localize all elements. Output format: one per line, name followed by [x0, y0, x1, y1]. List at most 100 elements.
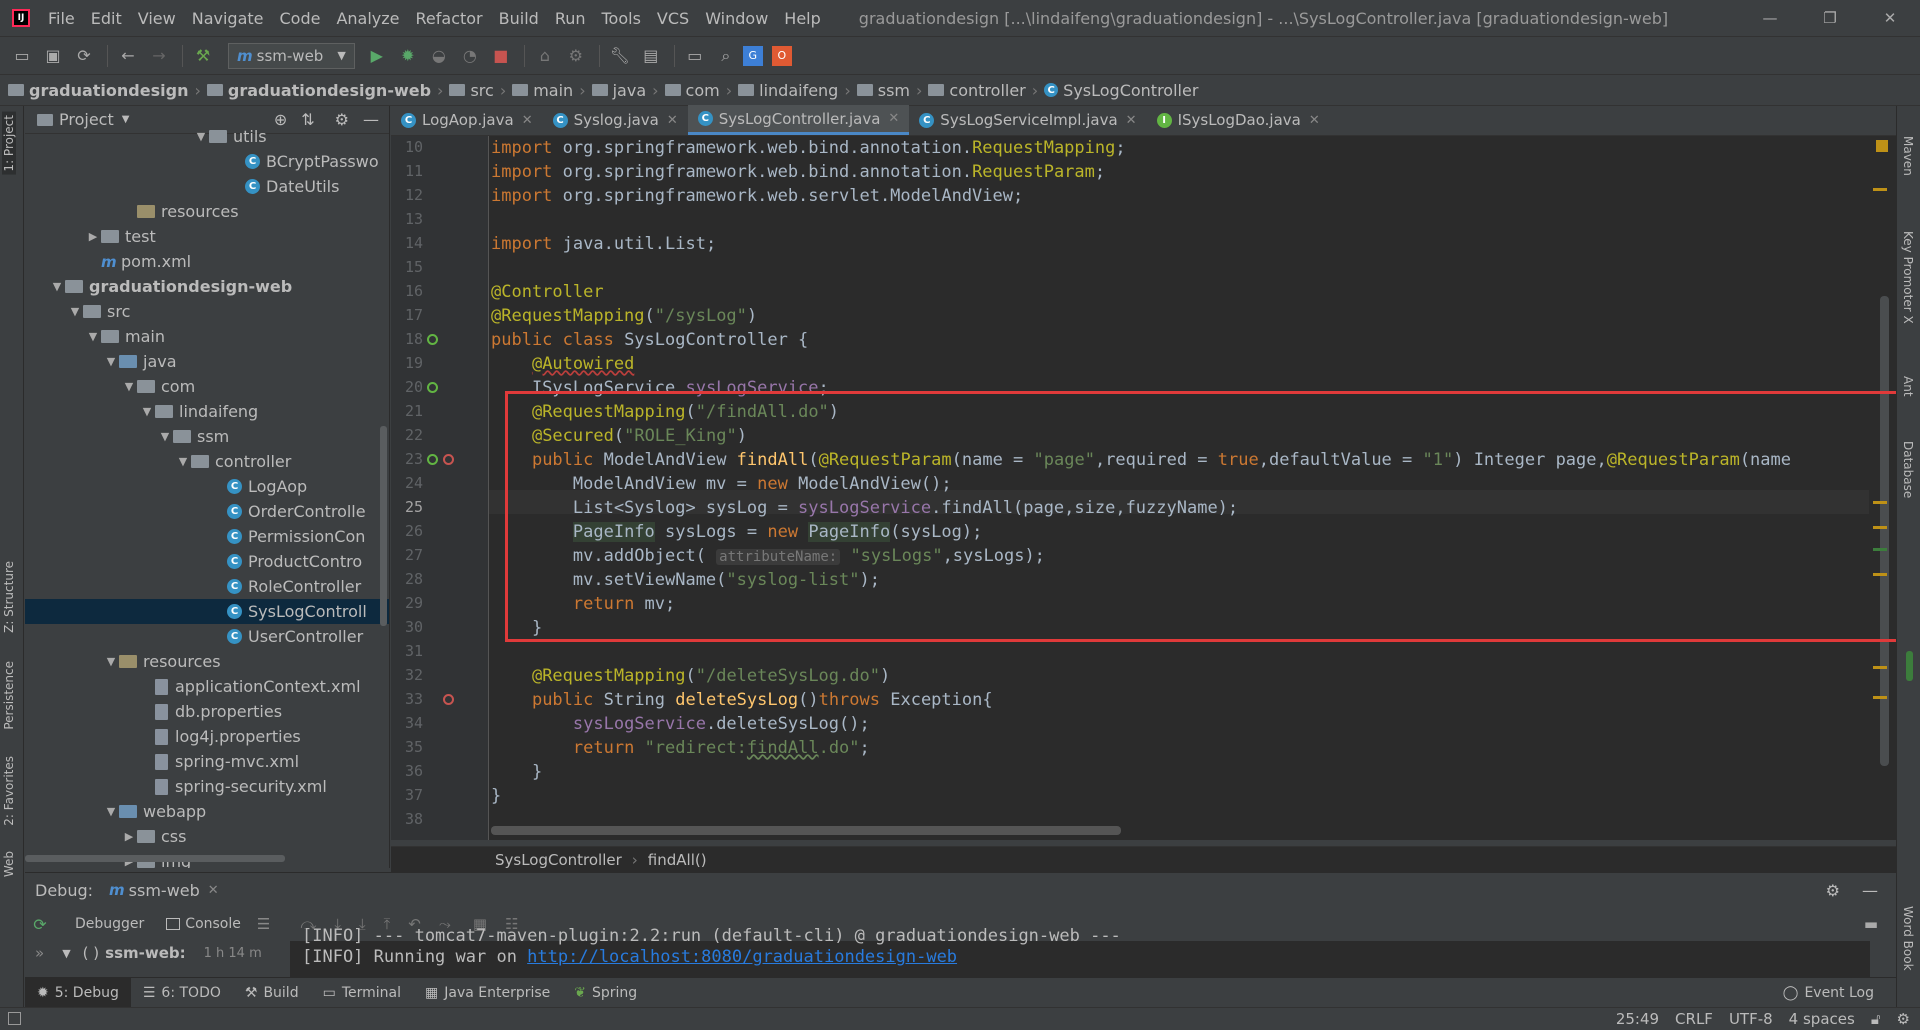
debug-session-tab[interactable]: ssm-web	[129, 881, 200, 900]
search-icon[interactable]: ⌕	[712, 42, 740, 70]
close-tab-icon[interactable]: ✕	[888, 111, 899, 126]
line-number[interactable]: 29	[391, 594, 423, 612]
tool-window-favorites[interactable]: 2: Favorites	[2, 756, 16, 826]
expanded-arrow-icon[interactable]: ▼	[121, 380, 137, 393]
line-number[interactable]: 34	[391, 714, 423, 732]
tree-item[interactable]: resources	[25, 199, 389, 224]
tool-window-ant[interactable]: Ant	[1901, 376, 1915, 397]
collapsed-arrow-icon[interactable]: ▶	[121, 830, 137, 843]
tree-item[interactable]: m pom.xml	[25, 249, 389, 274]
hide-panel-icon[interactable]: —	[1862, 881, 1878, 900]
line-number[interactable]: 11	[391, 162, 423, 180]
tree-item[interactable]: ▼ java	[25, 349, 389, 374]
tree-item[interactable]: db.properties	[25, 699, 389, 724]
line-number[interactable]: 35	[391, 738, 423, 756]
rerun-icon[interactable]: ⟳	[25, 915, 55, 934]
tree-item[interactable]: ▼ lindaifeng	[25, 399, 389, 424]
spring-bean-icon[interactable]	[427, 334, 438, 345]
tool-window-persistence[interactable]: Persistence	[2, 661, 16, 730]
tool-window-database[interactable]: Database	[1901, 441, 1915, 498]
tree-item[interactable]: C PermissionCon	[25, 524, 389, 549]
close-tab-icon[interactable]: ✕	[1309, 113, 1320, 128]
editor-tab[interactable]: C SysLogController.java ✕	[687, 105, 910, 135]
expanded-arrow-icon[interactable]: ▼	[67, 305, 83, 318]
tree-item[interactable]: C BCryptPasswo	[25, 149, 389, 174]
mapping-icon[interactable]	[443, 694, 454, 705]
tree-item[interactable]: ▼ graduationdesign-web	[25, 274, 389, 299]
profile-icon[interactable]: ◔	[456, 42, 484, 70]
expanded-arrow-icon[interactable]: ▼	[175, 455, 191, 468]
nav-crumb[interactable]: main	[512, 81, 573, 100]
tree-item[interactable]: ▼ controller	[25, 449, 389, 474]
menu-file[interactable]: File	[40, 9, 83, 28]
tool-window-web[interactable]: Web	[2, 851, 16, 877]
line-number[interactable]: 38	[391, 810, 423, 828]
stop-icon[interactable]: ■	[487, 42, 515, 70]
debugger-tab[interactable]: Debugger	[75, 916, 144, 932]
project-structure-icon[interactable]: ▤	[637, 42, 665, 70]
line-number[interactable]: 17	[391, 306, 423, 324]
menu-help[interactable]: Help	[776, 9, 828, 28]
tree-item[interactable]: ▼ src	[25, 299, 389, 324]
status-toggle-icon[interactable]	[8, 1012, 21, 1025]
tool-window-key-promoter[interactable]: Key Promoter X	[1901, 231, 1915, 324]
tree-item[interactable]: ▼ utils	[25, 124, 389, 149]
close-window-button[interactable]: ✕	[1860, 9, 1920, 27]
line-number[interactable]: 14	[391, 234, 423, 252]
close-icon[interactable]: ✕	[208, 883, 219, 898]
tool-debug[interactable]: ✹ 5: Debug	[25, 977, 131, 1008]
terminal-window-icon[interactable]: ▭	[681, 42, 709, 70]
line-number[interactable]: 37	[391, 786, 423, 804]
project-hscrollbar[interactable]	[25, 855, 285, 862]
run-icon[interactable]: ▶	[363, 42, 391, 70]
nav-crumb[interactable]: src	[449, 81, 494, 100]
debug-session-name[interactable]: ssm-web:	[105, 944, 185, 962]
expanded-arrow-icon[interactable]: ▼	[49, 280, 65, 293]
tool-build[interactable]: ⚒ Build	[233, 978, 311, 1008]
console-link[interactable]: http://localhost:8080/graduationdesign-w…	[527, 947, 957, 967]
expanded-arrow-icon[interactable]: ▼	[103, 655, 119, 668]
tree-item[interactable]: spring-security.xml	[25, 774, 389, 799]
line-number[interactable]: 19	[391, 354, 423, 372]
line-number[interactable]: 20	[391, 378, 423, 396]
back-icon[interactable]: ←	[114, 42, 142, 70]
tree-item[interactable]: ▼ main	[25, 324, 389, 349]
coverage-icon[interactable]: ◒	[425, 42, 453, 70]
tree-item[interactable]: ▶ test	[25, 224, 389, 249]
menu-navigate[interactable]: Navigate	[184, 9, 272, 28]
tool-event-log[interactable]: ◯ Event Log	[1771, 978, 1886, 1008]
git-icon[interactable]: ⚙	[1897, 1010, 1910, 1028]
inspection-status-icon[interactable]	[1876, 140, 1888, 152]
nav-crumb[interactable]: graduationdesign	[8, 81, 188, 100]
wrench-icon[interactable]: 🔧︎	[606, 42, 634, 70]
tool-window-structure[interactable]: Z: Structure	[2, 561, 16, 633]
editor-tab[interactable]: C Syslog.java ✕	[543, 105, 688, 135]
tree-item[interactable]: ▼ com	[25, 374, 389, 399]
line-number[interactable]: 24	[391, 474, 423, 492]
line-number[interactable]: 33	[391, 690, 423, 708]
tool-terminal[interactable]: ▭ Terminal	[311, 978, 413, 1008]
line-number[interactable]: 25	[391, 498, 423, 516]
line-number[interactable]: 22	[391, 426, 423, 444]
tree-item[interactable]: C SysLogControll	[25, 599, 389, 624]
console-tab[interactable]: Console	[185, 916, 241, 932]
tree-item[interactable]: C DateUtils	[25, 174, 389, 199]
tree-item[interactable]: ▼ webapp	[25, 799, 389, 824]
maximize-button[interactable]: ❐	[1800, 9, 1860, 27]
caret-position[interactable]: 25:49	[1616, 1010, 1659, 1028]
tree-item[interactable]: C LogAop	[25, 474, 389, 499]
gear-icon[interactable]: ⚙	[1826, 881, 1840, 900]
run-config-select[interactable]: m ssm-web ▼	[228, 42, 355, 69]
editor-tab[interactable]: C SysLogServiceImpl.java ✕	[909, 105, 1146, 135]
line-number[interactable]: 10	[391, 138, 423, 156]
menu-view[interactable]: View	[130, 9, 184, 28]
line-number[interactable]: 30	[391, 618, 423, 636]
lock-icon[interactable]: 🔓︎	[1871, 1010, 1881, 1028]
expanded-arrow-icon[interactable]: ▼	[85, 330, 101, 343]
tree-item[interactable]: ▼ ssm	[25, 424, 389, 449]
tree-item[interactable]: applicationContext.xml	[25, 674, 389, 699]
line-number[interactable]: 36	[391, 762, 423, 780]
build-hammer-icon[interactable]: ⚒	[189, 42, 217, 70]
expand-arrow-icon[interactable]: »	[35, 944, 44, 962]
tool-todo[interactable]: ☰ 6: TODO	[131, 978, 233, 1008]
